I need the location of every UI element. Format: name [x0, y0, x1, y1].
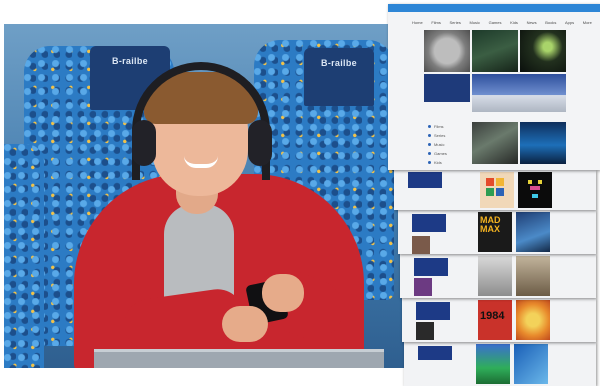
seat-tray-table	[94, 349, 384, 368]
films-page-screenshot: MAD MAX	[398, 210, 596, 254]
nav-item[interactable]: More	[583, 20, 592, 25]
category-menu: Films Series Music Games Kids	[428, 122, 468, 167]
menu-item-label: Films	[434, 124, 444, 129]
poster-action-film[interactable]	[516, 212, 550, 252]
poster-1984[interactable]: 1984	[478, 300, 512, 340]
blue-banner	[418, 346, 452, 360]
tile-airplane-image[interactable]	[472, 74, 566, 112]
games-page-screenshot	[394, 170, 596, 210]
headphone-earcup-left	[132, 120, 156, 166]
blue-banner	[414, 258, 448, 276]
seat-logo: B-railbe	[321, 58, 357, 68]
nav-item[interactable]: Series	[450, 20, 461, 25]
bullet-icon	[428, 143, 431, 146]
tile-arcade-game[interactable]	[480, 172, 514, 208]
hand-left	[222, 306, 268, 342]
bullet-icon	[428, 134, 431, 137]
apps-page-screenshot	[404, 342, 596, 386]
headrest-cover-right: B-railbe	[304, 48, 374, 106]
nav-item[interactable]: Apps	[565, 20, 574, 25]
bullet-icon	[428, 152, 431, 155]
blue-banner	[408, 172, 442, 188]
poster-orange-book[interactable]	[516, 300, 550, 340]
thumb-portrait[interactable]	[416, 322, 434, 340]
tile-forest-image[interactable]	[472, 30, 518, 72]
thumb-album[interactable]	[414, 278, 432, 296]
menu-item-label: Games	[434, 151, 447, 156]
portal-homepage-screenshot: Home Films Series Music Games Kids News …	[388, 4, 600, 170]
blue-banner	[412, 214, 446, 232]
tile-space-image[interactable]	[520, 30, 566, 72]
books-page-screenshot: 1984	[402, 298, 596, 342]
tile-space-invaders-game[interactable]	[518, 172, 552, 208]
series-page-screenshot	[400, 254, 596, 298]
nav-item[interactable]: Books	[545, 20, 556, 25]
tile-blue-graphic[interactable]	[520, 122, 566, 164]
tile-blue-banner[interactable]	[424, 74, 470, 102]
nav-item[interactable]: Kids	[510, 20, 518, 25]
menu-item-label: Music	[434, 142, 445, 147]
menu-item[interactable]: Films	[428, 122, 468, 131]
bullet-icon	[428, 161, 431, 164]
headphone-earcup-right	[248, 120, 272, 166]
blue-banner	[416, 302, 450, 320]
nav-item[interactable]: Home	[412, 20, 423, 25]
poster-documentary[interactable]	[516, 256, 550, 296]
nav-item[interactable]: News	[527, 20, 537, 25]
seat-logo: B-railbe	[112, 56, 148, 66]
poster-grey-figure[interactable]	[478, 256, 512, 296]
tile-crowd-image[interactable]	[472, 122, 518, 164]
menu-item[interactable]: Series	[428, 131, 468, 140]
bullet-icon	[428, 125, 431, 128]
train-seat-edge	[4, 144, 44, 368]
menu-item-label: Series	[434, 133, 446, 138]
tile-blue-app[interactable]	[514, 344, 548, 384]
nav-item[interactable]: Music	[470, 20, 480, 25]
thumb-person[interactable]	[412, 236, 430, 254]
menu-item[interactable]: Games	[428, 149, 468, 158]
nav-item[interactable]: Games	[489, 20, 502, 25]
poster-title: MAD MAX	[480, 215, 501, 234]
poster-mad-max[interactable]: MAD MAX	[478, 212, 512, 252]
menu-item-label: Kids	[434, 160, 442, 165]
menu-item[interactable]: Music	[428, 140, 468, 149]
portal-nav: Home Films Series Music Games Kids News …	[412, 20, 592, 25]
hand-right	[262, 274, 304, 312]
pixel-blocks-icon	[486, 178, 504, 196]
menu-item[interactable]: Kids	[428, 158, 468, 167]
promo-photo: B-railbe B-railbe	[4, 24, 412, 368]
website-screenshot-stack: Home Films Series Music Games Kids News …	[388, 4, 600, 386]
tile-racing-game[interactable]	[476, 344, 510, 384]
poster-title: 1984	[480, 310, 505, 322]
invader-icon	[528, 180, 542, 198]
portal-top-bar	[388, 4, 600, 12]
nav-item[interactable]: Films	[431, 20, 441, 25]
tile-moon-image[interactable]	[424, 30, 470, 72]
